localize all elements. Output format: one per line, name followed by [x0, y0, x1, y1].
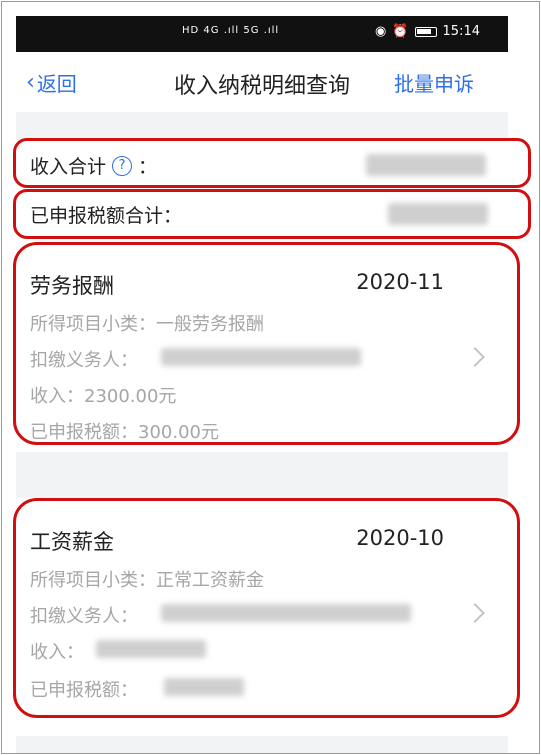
declared-tax-total-value-redacted	[388, 203, 488, 225]
declared-tax-value-redacted	[164, 678, 244, 696]
income-total-value-redacted	[366, 154, 486, 176]
network-indicator: HD 4G .ıll 5G .ıll	[182, 25, 280, 36]
withholder-name-redacted	[161, 604, 411, 622]
screenshot-frame: HD 4G .ıll 5G .ıll ◉ ⏰ 15:14 ‹ 返回 收入纳税明细…	[1, 1, 540, 754]
income-total-row: 收入合计 ? ：	[16, 142, 508, 188]
alarm-icon: ⏰	[392, 24, 409, 39]
record-subcategory: 所得项目小类：正常工资薪金	[30, 570, 264, 591]
record-declared-tax: 已申报税额：300.00元	[30, 422, 219, 443]
chevron-right-icon[interactable]	[465, 347, 485, 367]
record-declared-tax: 已申报税额：	[30, 680, 138, 701]
record-period: 2020-11	[356, 270, 444, 294]
chevron-right-icon[interactable]	[465, 603, 485, 623]
separator-band	[16, 736, 508, 753]
record-type: 劳务报酬	[30, 274, 114, 298]
status-right: ◉ ⏰ 15:14	[375, 24, 480, 39]
record-withholder: 扣缴义务人：	[30, 606, 138, 627]
nav-bar: ‹ 返回 收入纳税明细查询 批量申诉	[16, 52, 508, 112]
record-subcategory: 所得项目小类：一般劳务报酬	[30, 314, 264, 335]
record-card[interactable]: 工资薪金 2020-10 所得项目小类：正常工资薪金 扣缴义务人： 收入： 已申…	[16, 498, 508, 728]
declared-tax-total-label: 已申报税额合计：	[30, 205, 183, 227]
record-income: 收入：	[30, 642, 84, 663]
declared-tax-total-row: 已申报税额合计：	[16, 191, 508, 237]
battery-icon	[414, 26, 437, 37]
income-value-redacted	[96, 640, 206, 658]
record-withholder: 扣缴义务人：	[30, 350, 138, 371]
separator-band	[16, 112, 508, 140]
eye-icon: ◉	[375, 24, 387, 39]
income-total-label-group: 收入合计 ? ：	[30, 152, 157, 179]
record-type: 工资薪金	[30, 530, 114, 554]
record-card[interactable]: 劳务报酬 2020-11 所得项目小类：一般劳务报酬 扣缴义务人： 收入：230…	[16, 242, 508, 452]
batch-appeal-button[interactable]: 批量申诉	[394, 68, 474, 97]
record-period: 2020-10	[356, 526, 444, 550]
clock: 15:14	[442, 24, 480, 39]
separator-band	[16, 452, 508, 498]
income-total-colon: ：	[138, 156, 158, 178]
withholder-name-redacted	[161, 348, 361, 366]
income-total-label: 收入合计	[30, 156, 107, 178]
record-income: 收入：2300.00元	[30, 386, 177, 407]
help-icon[interactable]: ?	[112, 155, 133, 176]
status-bar: HD 4G .ıll 5G .ıll ◉ ⏰ 15:14	[16, 16, 508, 52]
